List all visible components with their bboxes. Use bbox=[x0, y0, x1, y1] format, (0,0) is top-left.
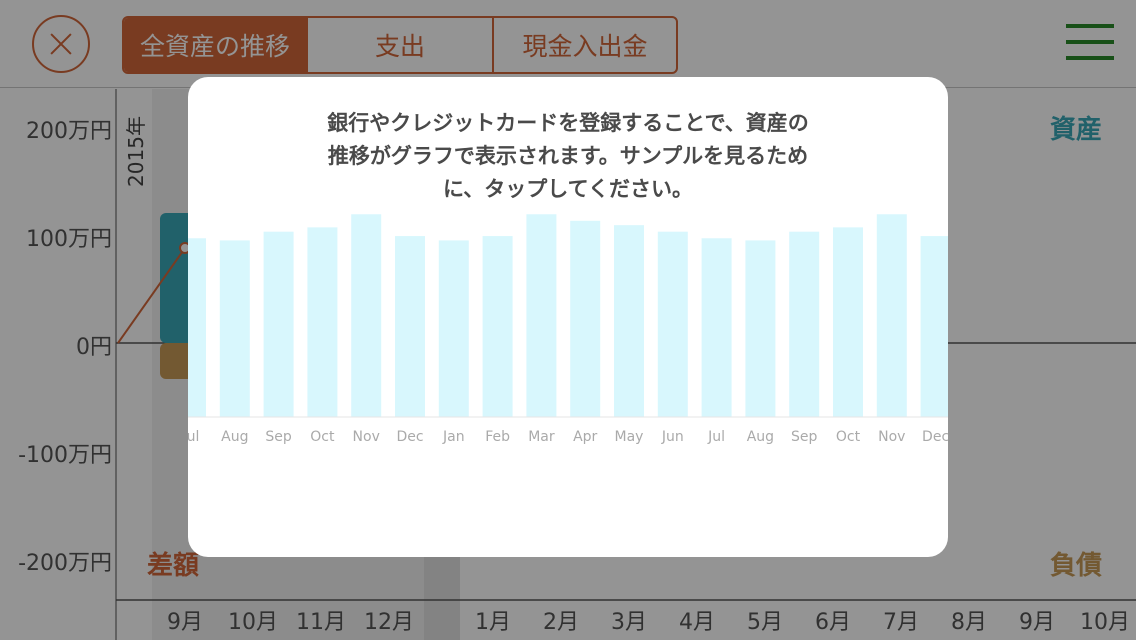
sample-bar bbox=[789, 231, 820, 417]
sample-bar bbox=[876, 214, 907, 417]
sample-bar bbox=[482, 236, 513, 417]
dialog-message: 銀行やクレジットカードを登録することで、資産の 推移がグラフで表示されます。サン… bbox=[188, 107, 948, 206]
sample-bar bbox=[570, 220, 601, 417]
sample-x-tick-label: Oct bbox=[836, 429, 861, 445]
sample-x-tick-label: Oct bbox=[310, 429, 335, 445]
sample-bar bbox=[438, 240, 469, 417]
sample-bar bbox=[833, 227, 863, 417]
sample-bar bbox=[745, 240, 776, 417]
sample-prompt-dialog[interactable]: 銀行やクレジットカードを登録することで、資産の 推移がグラフで表示されます。サン… bbox=[188, 77, 948, 557]
sample-bar bbox=[219, 240, 250, 417]
sample-bar bbox=[307, 227, 338, 417]
sample-x-tick-label: Sep bbox=[791, 429, 818, 445]
sample-x-tick-label: Jun bbox=[661, 429, 684, 445]
sample-bar bbox=[526, 214, 557, 417]
sample-x-tick-label: Aug bbox=[747, 429, 774, 445]
sample-x-tick-label: Jul bbox=[188, 429, 199, 445]
sample-bar bbox=[351, 214, 382, 417]
sample-bar bbox=[701, 238, 732, 417]
sample-bar-chart-canvas: Jul Aug Sep Oct Nov Dec Jan Feb Mar Apr May Jun Jul A… bbox=[188, 214, 948, 445]
sample-x-tick-label: Apr bbox=[573, 429, 597, 445]
sample-x-tick-label: Mar bbox=[528, 429, 555, 445]
dialog-message-line: 銀行やクレジットカードを登録することで、資産の bbox=[327, 111, 809, 135]
sample-x-tick-label: Feb bbox=[485, 429, 510, 445]
sample-bar bbox=[395, 236, 425, 417]
sample-bar bbox=[263, 231, 294, 417]
dialog-message-line: 推移がグラフで表示されます。サンプルを見るため bbox=[327, 144, 809, 168]
sample-bar bbox=[657, 231, 688, 417]
sample-bar bbox=[920, 236, 948, 417]
sample-bar bbox=[188, 238, 206, 417]
sample-bar bbox=[614, 225, 644, 417]
sample-x-tick-label: Dec bbox=[396, 429, 423, 445]
sample-x-tick-label: Nov bbox=[878, 429, 905, 445]
sample-x-tick-label: May bbox=[615, 429, 644, 445]
sample-bar-chart[interactable]: Jul Aug Sep Oct Nov Dec Jan Feb Mar Apr May Jun Jul A… bbox=[188, 197, 948, 457]
sample-x-tick-label: Jan bbox=[442, 429, 465, 445]
sample-x-tick-label: Dec bbox=[922, 429, 948, 445]
sample-x-tick-label: Nov bbox=[353, 429, 380, 445]
sample-x-tick-label: Sep bbox=[265, 429, 292, 445]
sample-x-tick-label: Jul bbox=[707, 429, 725, 445]
sample-x-tick-label: Aug bbox=[221, 429, 248, 445]
